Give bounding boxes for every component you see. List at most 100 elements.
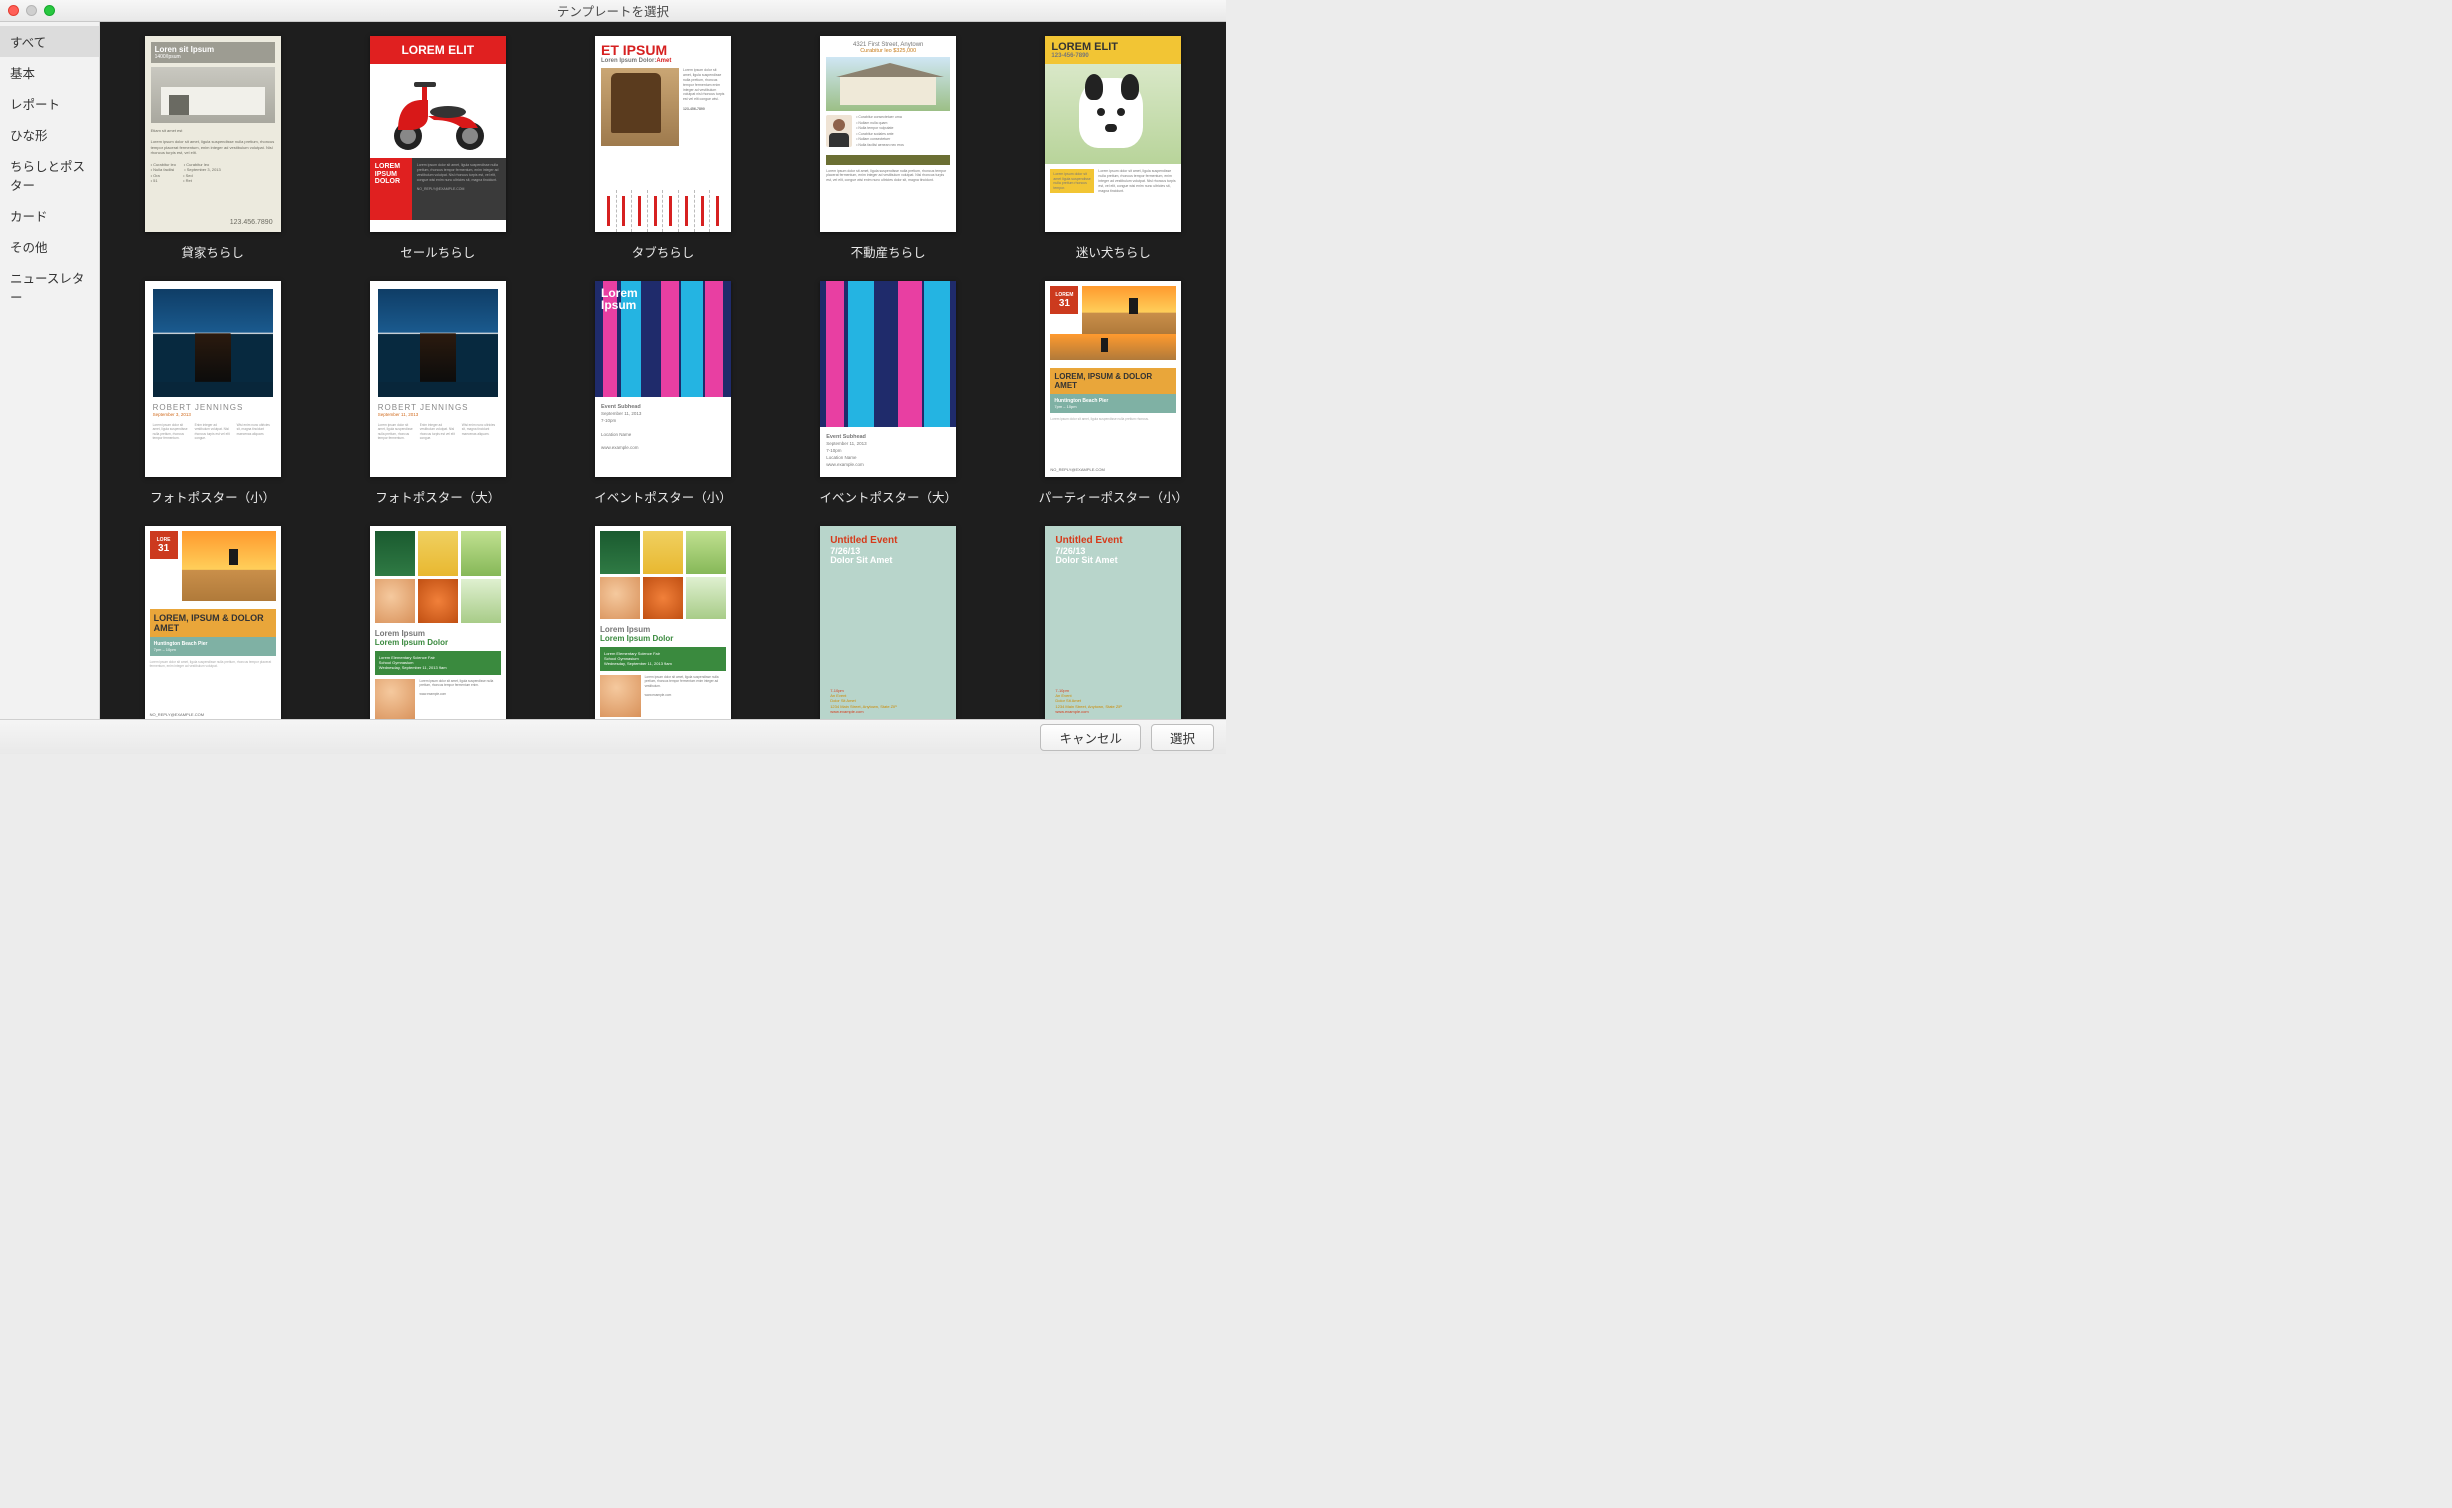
template-party-poster-large[interactable]: LORE31 LOREM, IPSUM & DOLOR AMET Hunting… xyxy=(138,526,287,719)
thumb-subtitle: 1400/Ipsum xyxy=(155,54,271,60)
template-tab-flyer[interactable]: ET IPSUM Loren Ipsum Dolor:Amet Lorem ip… xyxy=(595,36,731,261)
thumb-loc: Location Name xyxy=(601,432,631,437)
sidebar-item-all[interactable]: すべて xyxy=(0,26,99,57)
template-thumbnail: LOREM ELIT123-456-7890 Lorem ipsum dolor… xyxy=(1045,36,1181,232)
thumb-t3: Dolor Sit Amet xyxy=(830,555,892,565)
thumb-h2: Lorem Ipsum Dolor xyxy=(375,638,448,647)
thumb-sub: September 11, 2013 xyxy=(378,412,498,417)
template-thumbnail: ROBERT JENNINGS September 3, 2013 Lorem … xyxy=(145,281,281,477)
thumb-day: 31 xyxy=(158,543,169,554)
template-real-estate-flyer[interactable]: 4321 First Street, Anytown Curabitur leo… xyxy=(820,36,956,261)
thumb-date: September 11, 2013 xyxy=(826,441,866,446)
thumb-h1: Lorem Ipsum xyxy=(600,625,650,634)
template-thumbnail: Loren sit Ipsum1400/Ipsum Etiam sit amet… xyxy=(145,36,281,232)
template-sale-flyer[interactable]: LOREM ELIT LOREM IPSUM D xyxy=(370,36,506,261)
template-lost-dog-flyer[interactable]: LOREM ELIT123-456-7890 Lorem ipsum dolor… xyxy=(1045,36,1181,261)
thumb-title: LOREM, IPSUM & DOLOR AMET xyxy=(150,609,276,637)
sidebar-item-stationery[interactable]: ひな形 xyxy=(0,119,99,150)
thumb-foot: NO_REPLY@EXAMPLE.COM xyxy=(1050,467,1176,472)
sidebar-item-flyers-posters[interactable]: ちらしとポスター xyxy=(0,150,99,200)
template-name-label: タブちらし xyxy=(632,242,695,261)
thumb-b3: Wednesday, September 11, 2013 9am xyxy=(604,661,672,666)
template-party-poster-small[interactable]: LOREM31 LOREM, IPSUM & DOLOR AMET Huntin… xyxy=(1039,281,1188,506)
template-event-poster-large[interactable]: Event Subhead September 11, 2013 7-10pm … xyxy=(819,281,957,506)
template-name-label: フォトポスター（大） xyxy=(375,487,500,506)
thumb-sub-a: Loren Ipsum Dolor: xyxy=(601,58,656,64)
thumb-day: 31 xyxy=(1059,298,1070,309)
template-thumbnail: ET IPSUM Loren Ipsum Dolor:Amet Lorem ip… xyxy=(595,36,731,232)
template-photo-poster-small[interactable]: ROBERT JENNINGS September 3, 2013 Lorem … xyxy=(145,281,281,506)
template-school-poster-small[interactable]: Lorem IpsumLorem Ipsum Dolor Lorem Eleme… xyxy=(369,526,507,719)
sidebar-item-other[interactable]: その他 xyxy=(0,231,99,262)
thumb-loc: Location Name xyxy=(826,455,856,460)
thumb-h1: Lorem Ipsum xyxy=(375,629,425,638)
template-thumbnail: Event Subhead September 11, 2013 7-10pm … xyxy=(820,281,956,477)
template-type-poster-small[interactable]: Untitled Event 7/26/13Dolor Sit Amet 7-1… xyxy=(820,526,956,719)
thumb-sub: September 3, 2013 xyxy=(153,412,273,417)
bottom-bar: キャンセル 選択 xyxy=(0,719,1226,754)
cancel-button[interactable]: キャンセル xyxy=(1040,724,1141,751)
sidebar-item-basic[interactable]: 基本 xyxy=(0,57,99,88)
thumb-headline-b: Ipsum xyxy=(601,298,636,312)
thumb-time: 7pm – 10pm xyxy=(154,647,272,652)
template-thumbnail: Untitled Event 7/26/13Dolor Sit Amet 7-1… xyxy=(1045,526,1181,719)
thumb-url: www.example.com xyxy=(601,445,639,450)
thumb-url: www.example.com xyxy=(419,692,446,696)
thumb-title: Loren sit Ipsum xyxy=(155,45,271,54)
window-title: テンプレートを選択 xyxy=(0,1,1226,20)
thumb-headline: LOREM ELIT xyxy=(1051,41,1175,53)
thumb-f5: www.example.com xyxy=(830,709,863,714)
thumb-subhead: Event Subhead xyxy=(601,403,725,411)
thumb-url: www.example.com xyxy=(645,693,672,697)
template-thumbnail: Lorem IpsumLorem Ipsum Dolor Lorem Eleme… xyxy=(370,526,506,719)
thumb-h2: Lorem Ipsum Dolor xyxy=(600,634,673,643)
template-thumbnail: LOREM31 LOREM, IPSUM & DOLOR AMET Huntin… xyxy=(1045,281,1181,477)
title-bar: テンプレートを選択 xyxy=(0,0,1226,22)
thumb-sub-b: Amet xyxy=(656,58,671,64)
template-thumbnail: 4321 First Street, Anytown Curabitur leo… xyxy=(820,36,956,232)
thumb-title: ROBERT JENNINGS xyxy=(153,403,273,412)
thumb-time: 7pm – 10pm xyxy=(1054,404,1172,409)
template-thumbnail: Untitled Event 7/26/13Dolor Sit Amet 7-1… xyxy=(820,526,956,719)
template-school-poster-large[interactable]: Lorem IpsumLorem Ipsum Dolor Lorem Eleme… xyxy=(594,526,732,719)
thumb-phone: 123-456-7890 xyxy=(1051,53,1175,59)
template-name-label: イベントポスター（小） xyxy=(594,487,732,506)
template-grid: Loren sit Ipsum1400/Ipsum Etiam sit amet… xyxy=(100,22,1226,719)
thumb-price: Curabitur leo $325,000 xyxy=(826,48,950,54)
template-photo-poster-large[interactable]: ROBERT JENNINGS September 11, 2013 Lorem… xyxy=(370,281,506,506)
thumb-b3: Wednesday, September 11, 2013 9am xyxy=(379,665,447,670)
template-name-label: パーティーポスター（小） xyxy=(1039,487,1188,506)
thumb-subhead: Event Subhead xyxy=(826,433,950,441)
template-event-poster-small[interactable]: LoremIpsum Event Subhead September 11, 2… xyxy=(594,281,732,506)
template-name-label: イベントポスター（大） xyxy=(819,487,957,506)
thumb-url: www.example.com xyxy=(826,462,864,467)
template-thumbnail: LoremIpsum Event Subhead September 11, 2… xyxy=(595,281,731,477)
template-name-label: フォトポスター（小） xyxy=(150,487,275,506)
sidebar-item-card[interactable]: カード xyxy=(0,200,99,231)
template-name-label: 貸家ちらし xyxy=(181,242,244,261)
thumb-t3: Dolor Sit Amet xyxy=(1055,555,1117,565)
thumb-foot: NO_REPLY@EXAMPLE.COM xyxy=(150,712,276,717)
sidebar-item-report[interactable]: レポート xyxy=(0,88,99,119)
thumb-title: LOREM, IPSUM & DOLOR AMET xyxy=(1050,368,1176,394)
thumb-title: ROBERT JENNINGS xyxy=(378,403,498,412)
thumb-block: LOREM IPSUM DOLOR xyxy=(370,158,412,220)
thumb-date: September 11, 2013 xyxy=(601,411,641,416)
template-name-label: 不動産ちらし xyxy=(851,242,926,261)
template-house-rental-flyer[interactable]: Loren sit Ipsum1400/Ipsum Etiam sit amet… xyxy=(145,36,281,261)
thumb-f5: www.example.com xyxy=(1055,709,1088,714)
thumb-headline: LOREM ELIT xyxy=(370,36,506,64)
choose-button[interactable]: 選択 xyxy=(1151,724,1214,751)
template-thumbnail: Lorem IpsumLorem Ipsum Dolor Lorem Eleme… xyxy=(595,526,731,719)
template-thumbnail: LOREM ELIT LOREM IPSUM D xyxy=(370,36,506,232)
thumb-time: 7-10pm xyxy=(826,448,841,453)
sidebar: すべて 基本 レポート ひな形 ちらしとポスター カード その他 ニュースレター xyxy=(0,22,100,719)
template-name-label: 迷い犬ちらし xyxy=(1076,242,1151,261)
sidebar-item-newsletter[interactable]: ニュースレター xyxy=(0,262,99,312)
template-type-poster-large[interactable]: Untitled Event 7/26/13Dolor Sit Amet 7-1… xyxy=(1045,526,1181,719)
template-thumbnail: ROBERT JENNINGS September 11, 2013 Lorem… xyxy=(370,281,506,477)
thumb-phone: 123.456.7890 xyxy=(230,219,273,226)
thumb-time: 7-10pm xyxy=(601,418,616,423)
thumb-headline: ET IPSUM xyxy=(601,42,725,58)
template-thumbnail: LORE31 LOREM, IPSUM & DOLOR AMET Hunting… xyxy=(145,526,281,719)
